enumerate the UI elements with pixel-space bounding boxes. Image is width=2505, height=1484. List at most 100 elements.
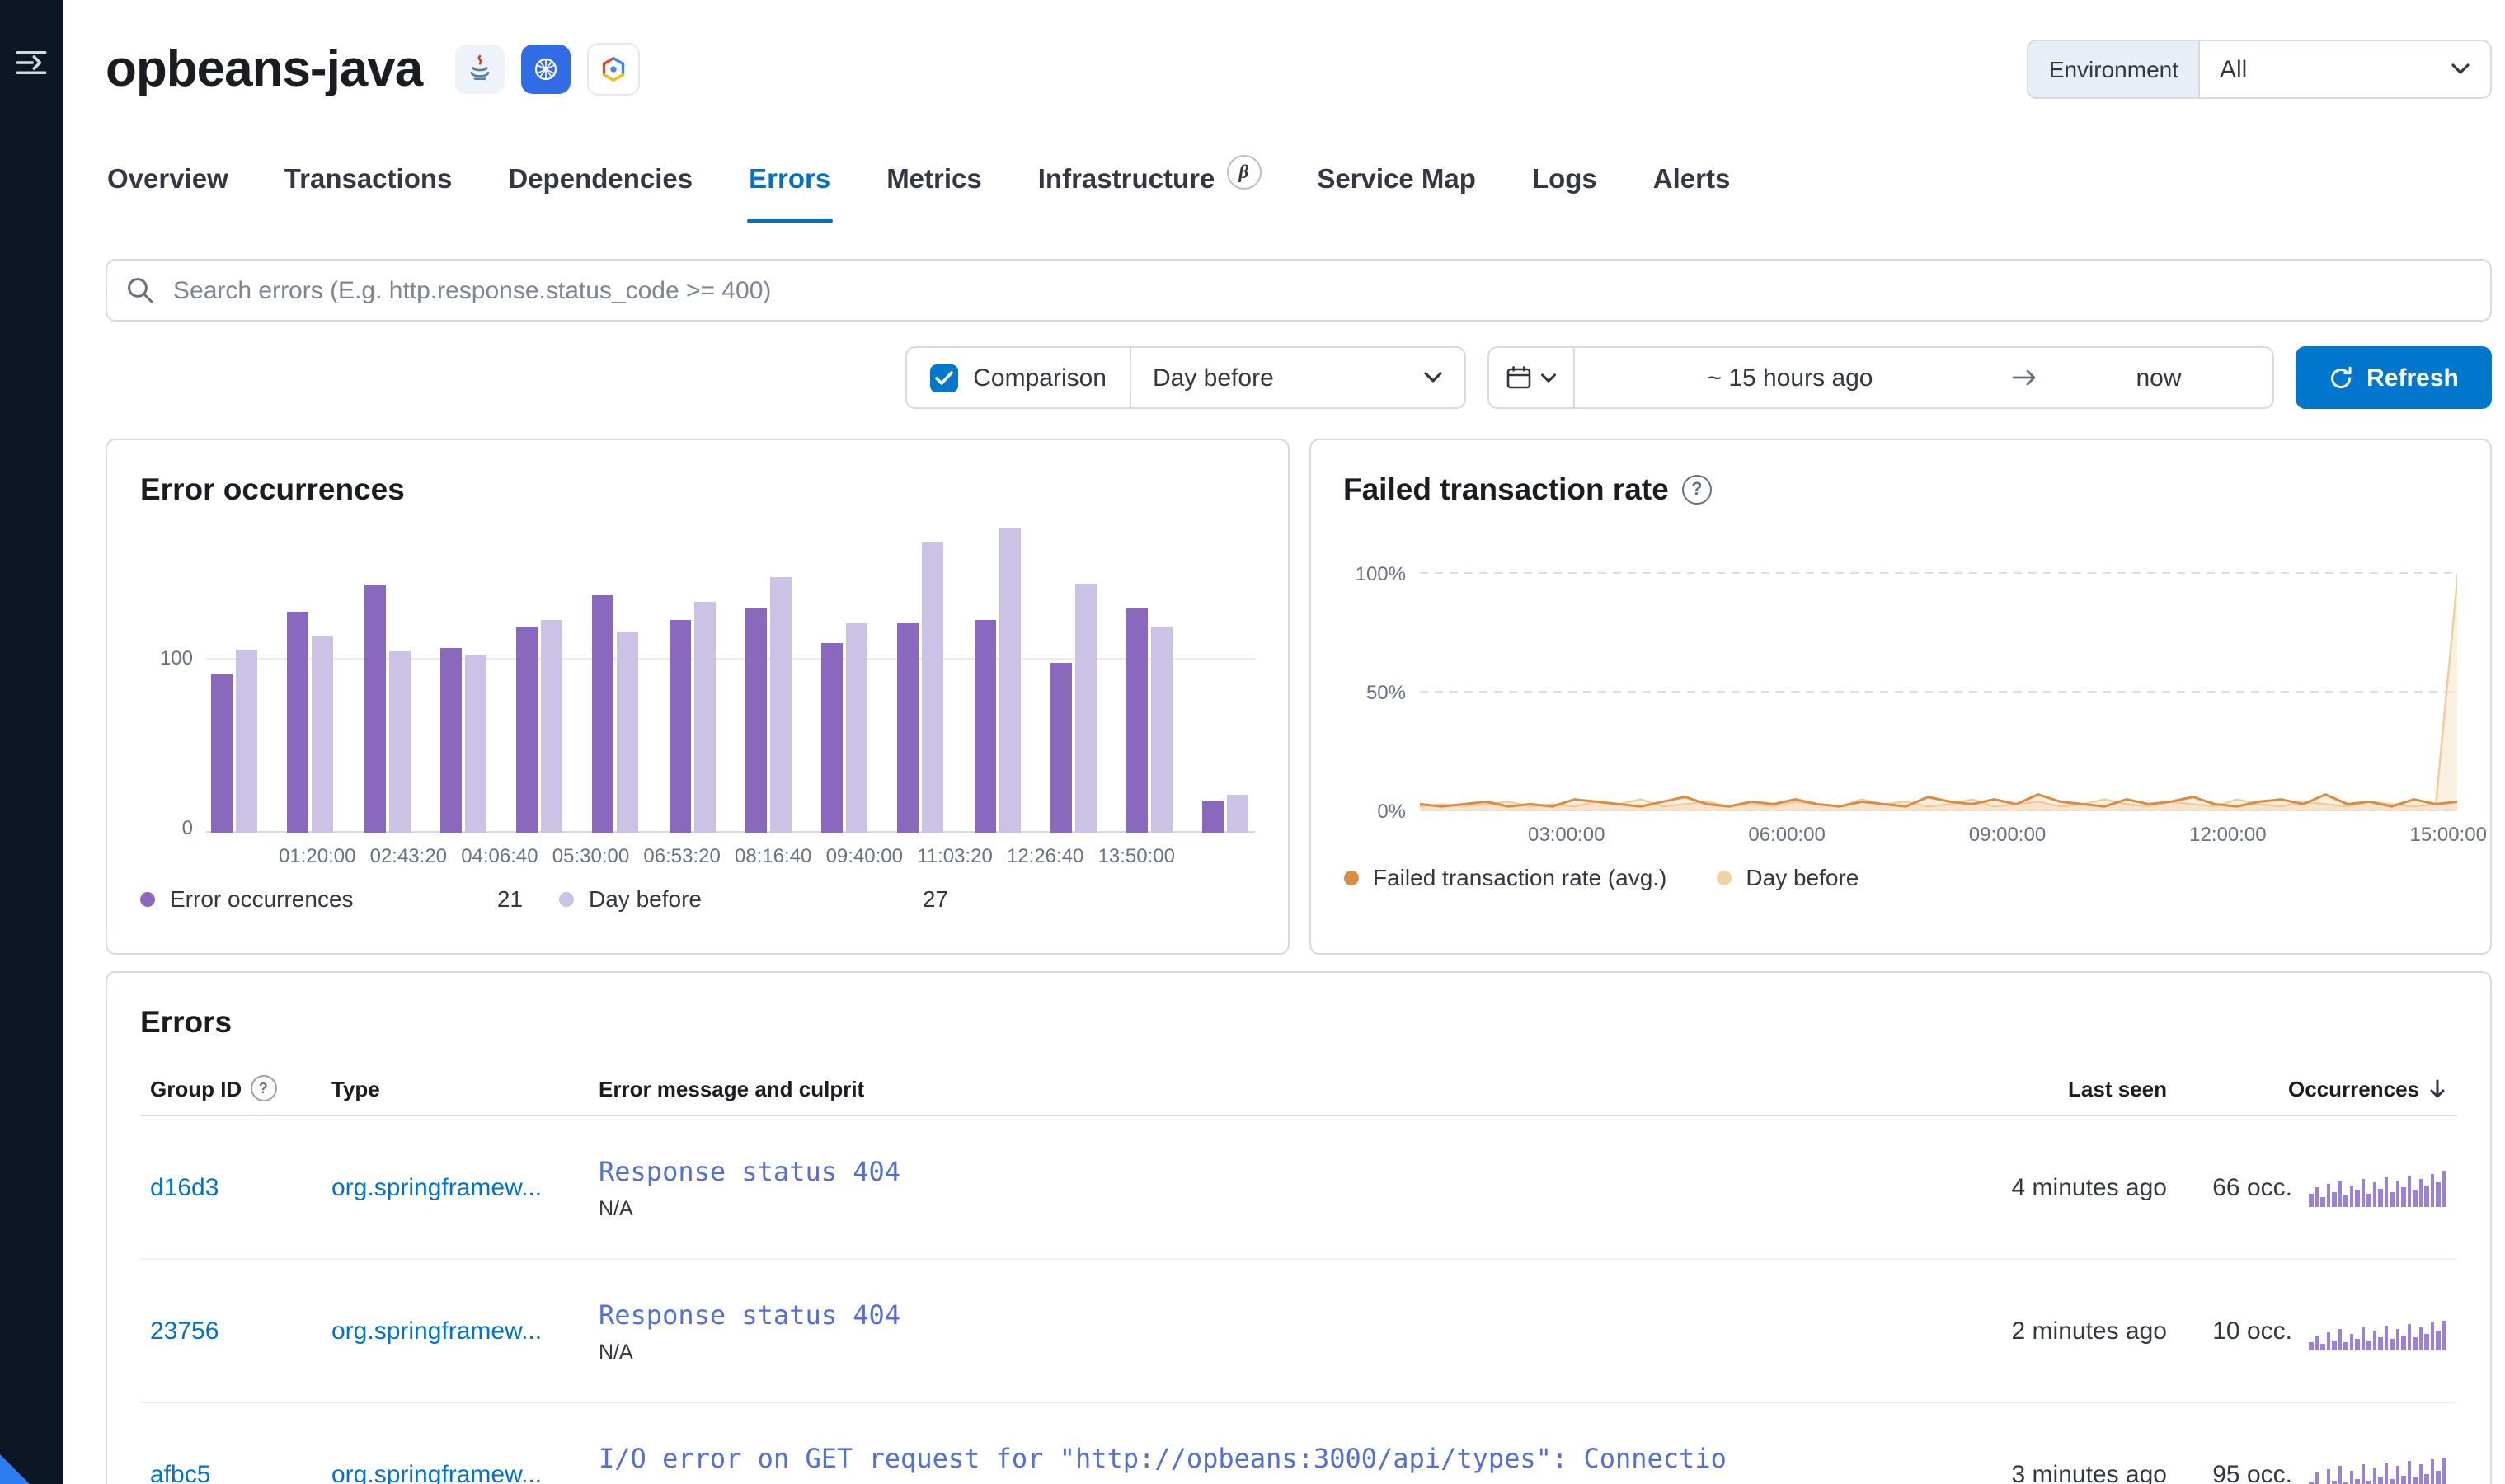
bar-current bbox=[287, 611, 309, 833]
tab-service-map[interactable]: Service Map bbox=[1315, 148, 1478, 223]
type-link[interactable]: org.springframew... bbox=[331, 1460, 582, 1484]
x-tick: 15:00:00 bbox=[2409, 823, 2487, 846]
type-link[interactable]: org.springframew... bbox=[331, 1317, 582, 1345]
kubernetes-wheel-glyph bbox=[535, 58, 557, 81]
spark-bar bbox=[2361, 1179, 2365, 1207]
error-occurrences-title: Error occurrences bbox=[140, 472, 405, 506]
page-header: opbeans-java Environment All bbox=[106, 0, 2492, 106]
spark-bar bbox=[2326, 1184, 2330, 1207]
spark-bar bbox=[2418, 1464, 2423, 1484]
spark-bar bbox=[2315, 1187, 2319, 1207]
failed-rate-title-text: Failed transaction rate bbox=[1343, 472, 1669, 506]
error-message-link[interactable]: I/O error on GET request for "http://opb… bbox=[599, 1442, 1738, 1473]
service-tabs: Overview Transactions Dependencies Error… bbox=[106, 148, 2492, 223]
bar-previous bbox=[1151, 627, 1173, 833]
spark-bar bbox=[2390, 1192, 2394, 1207]
refresh-label: Refresh bbox=[2366, 364, 2459, 392]
comparison-checkbox-wrap[interactable]: Comparison bbox=[907, 348, 1131, 407]
error-occurrences-panel: Error occurrences 100 0 01:20:00 02:43:20… bbox=[106, 439, 1289, 955]
bar-current bbox=[592, 595, 614, 833]
bar-group bbox=[592, 595, 639, 833]
bar-group bbox=[211, 650, 257, 833]
legend-item[interactable]: Error occurrences 21 bbox=[140, 885, 523, 912]
tab-metrics[interactable]: Metrics bbox=[885, 148, 984, 223]
spark-bar bbox=[2332, 1481, 2336, 1484]
quick-select-button[interactable] bbox=[1489, 348, 1575, 407]
date-range-end[interactable]: now bbox=[2045, 364, 2272, 392]
occurrences-count: 10 occ. bbox=[2212, 1317, 2292, 1345]
error-message-link[interactable]: Response status 404 bbox=[599, 1155, 1738, 1186]
x-tick: 02:43:20 bbox=[369, 844, 448, 867]
refresh-button[interactable]: Refresh bbox=[2296, 346, 2492, 409]
tab-logs[interactable]: Logs bbox=[1530, 148, 1599, 223]
environment-filter: Environment All bbox=[2027, 40, 2492, 99]
spark-bar bbox=[2442, 1321, 2446, 1350]
legend-item[interactable]: Day before bbox=[1716, 864, 1859, 890]
spark-bar bbox=[2424, 1186, 2428, 1207]
bar-previous bbox=[541, 620, 563, 833]
date-range-start[interactable]: ~ 15 hours ago bbox=[1575, 364, 2005, 392]
tab-overview[interactable]: Overview bbox=[106, 148, 230, 223]
nav-menu-toggle-button[interactable] bbox=[15, 46, 48, 79]
tab-label: Transactions bbox=[284, 165, 453, 195]
spark-bar bbox=[2384, 1463, 2388, 1484]
spark-bar bbox=[2355, 1339, 2359, 1350]
spark-bar bbox=[2390, 1479, 2394, 1484]
comparison-checkbox[interactable] bbox=[930, 364, 959, 392]
type-link[interactable]: org.springframew... bbox=[331, 1173, 582, 1201]
bar-previous bbox=[693, 601, 716, 833]
bar-group bbox=[1050, 584, 1097, 833]
col-label: Error message and culprit bbox=[599, 1076, 865, 1101]
tab-errors[interactable]: Errors bbox=[747, 148, 832, 223]
tab-dependencies[interactable]: Dependencies bbox=[506, 148, 694, 223]
col-group-id: Group ID ? bbox=[150, 1075, 315, 1101]
tab-alerts[interactable]: Alerts bbox=[1652, 148, 1732, 223]
col-label: Last seen bbox=[2068, 1076, 2167, 1101]
group-id-link[interactable]: d16d3 bbox=[150, 1173, 315, 1201]
col-occurrences[interactable]: Occurrences bbox=[2183, 1076, 2447, 1101]
tab-label: Service Map bbox=[1317, 165, 1476, 195]
search-input[interactable] bbox=[106, 259, 2492, 322]
legend-item[interactable]: Day before 27 bbox=[559, 885, 948, 912]
spark-bar bbox=[2407, 1461, 2411, 1484]
spark-bar bbox=[2378, 1189, 2382, 1207]
y-tick: 50% bbox=[1365, 681, 1406, 704]
spark-bar bbox=[2395, 1181, 2399, 1207]
group-id-link[interactable]: afbc5 bbox=[150, 1460, 315, 1484]
col-last-seen[interactable]: Last seen bbox=[1755, 1076, 2167, 1101]
error-message-link[interactable]: Response status 404 bbox=[599, 1298, 1738, 1330]
java-logo-glyph bbox=[470, 54, 490, 80]
spark-bar bbox=[2320, 1197, 2324, 1207]
tab-infrastructure[interactable]: Infrastructure β bbox=[1036, 148, 1263, 223]
spark-bar bbox=[2366, 1481, 2371, 1484]
y-tick: 100% bbox=[1355, 562, 1406, 585]
comparison-select[interactable]: Day before bbox=[1131, 348, 1464, 407]
spark-bar bbox=[2395, 1329, 2399, 1350]
spark-bar bbox=[2395, 1466, 2399, 1484]
failed-rate-xticks: 03:00:00 06:00:00 09:00:00 12:00:00 15:00:00 bbox=[1343, 823, 2487, 846]
bar-current bbox=[974, 620, 996, 833]
chevron-down-icon bbox=[2451, 63, 2470, 74]
col-type: Type bbox=[331, 1076, 582, 1101]
col-message: Error message and culprit bbox=[599, 1076, 1738, 1101]
tab-label: Dependencies bbox=[508, 165, 693, 195]
bar-previous bbox=[999, 528, 1021, 833]
x-tick: 03:00:00 bbox=[1528, 823, 1605, 846]
spark-bar bbox=[2366, 1194, 2371, 1207]
legend-dot bbox=[559, 891, 574, 906]
group-id-link[interactable]: 23756 bbox=[150, 1317, 315, 1345]
tab-transactions[interactable]: Transactions bbox=[283, 148, 454, 223]
spark-bar bbox=[2309, 1342, 2313, 1350]
spark-bar bbox=[2418, 1179, 2423, 1207]
occurrences-sparkline bbox=[2309, 1311, 2447, 1350]
help-icon[interactable]: ? bbox=[1681, 475, 1712, 505]
environment-select[interactable]: All bbox=[2200, 41, 2490, 97]
culprit: N/A bbox=[599, 1340, 633, 1363]
bar-previous bbox=[617, 631, 639, 833]
error-occurrences-legend: Error occurrences 21 Day before 27 bbox=[140, 885, 1254, 912]
bar-previous bbox=[922, 542, 944, 833]
gcp-icon bbox=[587, 43, 641, 96]
bar-previous bbox=[846, 623, 868, 833]
help-icon[interactable]: ? bbox=[250, 1075, 277, 1101]
legend-item[interactable]: Failed transaction rate (avg.) bbox=[1343, 864, 1666, 890]
